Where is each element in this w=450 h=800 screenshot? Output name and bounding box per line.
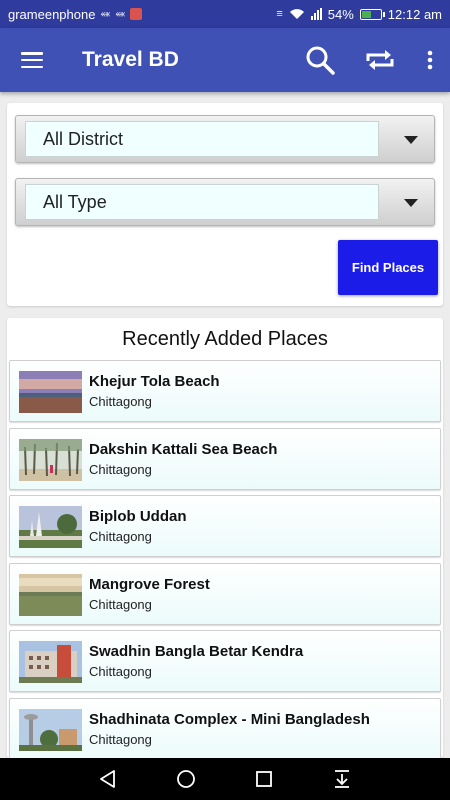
place-item[interactable]: Khejur Tola Beach Chittagong xyxy=(9,360,441,422)
place-district: Chittagong xyxy=(89,529,152,544)
place-district: Chittagong xyxy=(89,597,152,612)
system-nav-bar xyxy=(0,758,450,800)
find-places-button[interactable]: Find Places xyxy=(338,240,438,295)
vibrate-icon: ≡ xyxy=(276,8,283,20)
dropdown-arrow-icon xyxy=(404,199,418,207)
place-name: Biplob Uddan xyxy=(89,508,187,525)
district-dropdown[interactable]: All District xyxy=(15,115,435,163)
type-dropdown[interactable]: All Type xyxy=(15,178,435,226)
notification-pull-button[interactable] xyxy=(330,767,354,791)
usb-icon: ⬽ xyxy=(100,7,111,20)
recents-button[interactable] xyxy=(252,767,276,791)
place-name: Mangrove Forest xyxy=(89,576,210,593)
status-bar: grameenphone ⬽ ⬽ ≡ 54% 12:12 am xyxy=(0,0,450,28)
back-icon xyxy=(100,770,115,788)
wifi-icon xyxy=(289,9,304,19)
notification-pull-icon xyxy=(335,770,349,788)
app-title: Travel BD xyxy=(82,48,179,71)
place-name: Khejur Tola Beach xyxy=(89,373,220,390)
recents-icon xyxy=(256,771,272,787)
clock: 12:12 am xyxy=(387,6,442,22)
place-item[interactable]: Dakshin Kattali Sea Beach Chittagong xyxy=(9,428,441,490)
battery-icon xyxy=(359,8,385,20)
dropdown-arrow-icon xyxy=(404,136,418,144)
place-name: Swadhin Bangla Betar Kendra xyxy=(89,643,304,660)
place-item[interactable]: Mangrove Forest Chittagong xyxy=(9,563,441,625)
place-district: Chittagong xyxy=(89,732,152,747)
home-icon xyxy=(177,770,195,788)
place-item[interactable]: Biplob Uddan Chittagong xyxy=(9,495,441,557)
refresh-icon xyxy=(366,50,394,70)
place-district: Chittagong xyxy=(89,462,152,477)
district-selected-value: All District xyxy=(25,121,379,157)
building-photo xyxy=(19,641,82,683)
field-photo xyxy=(19,574,82,616)
filter-card: All District All Type Find Places xyxy=(7,103,443,306)
beach-photo xyxy=(19,371,82,413)
place-name: Dakshin Kattali Sea Beach xyxy=(89,441,278,458)
place-item[interactable]: Swadhin Bangla Betar Kendra Chittagong xyxy=(9,630,441,692)
battery-percent: 54% xyxy=(327,6,354,22)
carrier-name: grameenphone xyxy=(8,6,96,22)
menu-button[interactable] xyxy=(0,28,64,92)
place-name: Shadhinata Complex - Mini Bangladesh xyxy=(89,711,370,728)
back-button[interactable] xyxy=(96,767,120,791)
menu-icon xyxy=(21,52,43,68)
type-selected-value: All Type xyxy=(25,184,379,220)
signal-icon xyxy=(310,8,322,20)
search-button[interactable] xyxy=(290,28,350,92)
notification-app-icon xyxy=(130,8,143,20)
app-bar: Travel BD xyxy=(0,28,450,92)
more-vert-icon xyxy=(427,50,433,70)
home-button[interactable] xyxy=(174,767,198,791)
trees-beach-photo xyxy=(19,439,82,481)
place-district: Chittagong xyxy=(89,664,152,679)
section-title: Recently Added Places xyxy=(122,328,328,350)
more-options-button[interactable] xyxy=(410,28,450,92)
usb-debug-icon: ⬽ xyxy=(115,7,126,20)
tower-photo xyxy=(19,709,82,751)
park-monument-photo xyxy=(19,506,82,548)
place-district: Chittagong xyxy=(89,394,152,409)
recent-places-card: Recently Added Places Khejur Tola Beach … xyxy=(7,318,443,758)
refresh-button[interactable] xyxy=(350,28,410,92)
place-item[interactable]: Shadhinata Complex - Mini Bangladesh Chi… xyxy=(9,698,441,758)
search-icon xyxy=(306,46,335,75)
